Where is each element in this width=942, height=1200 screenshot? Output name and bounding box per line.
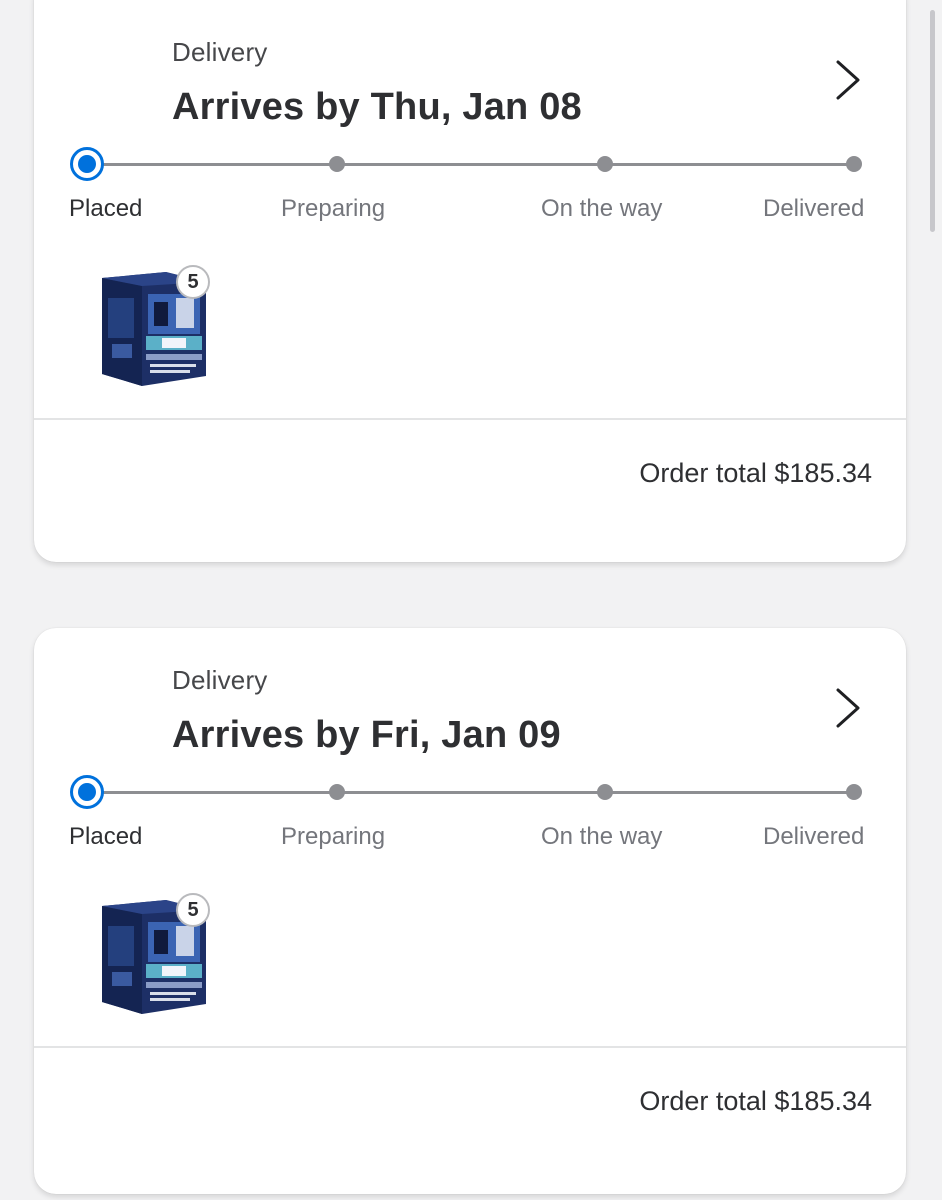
divider (34, 1046, 906, 1048)
step-node-placed (70, 775, 104, 809)
arrival-title: Arrives by Fri, Jan 09 (172, 714, 561, 756)
scrollbar[interactable] (930, 10, 935, 232)
chevron-right-icon[interactable] (830, 58, 866, 102)
step-node-delivered (846, 784, 862, 800)
tracker-line (88, 791, 854, 794)
step-node-preparing (329, 156, 345, 172)
step-node-preparing (329, 784, 345, 800)
order-card[interactable]: Delivery Arrives by Fri, Jan 09 Placed P… (34, 628, 906, 1194)
step-label-delivered: Delivered (763, 823, 865, 850)
chevron-right-icon[interactable] (830, 686, 866, 730)
fulfillment-label: Delivery (172, 665, 268, 695)
step-label-placed: Placed (69, 823, 143, 850)
fulfillment-label: Delivery (172, 37, 268, 67)
orders-page: Delivery Arrives by Thu, Jan 08 Placed P… (0, 0, 942, 1200)
step-label-preparing: Preparing (281, 195, 386, 222)
step-label-delivered: Delivered (763, 195, 865, 222)
step-label-on-the-way: On the way (541, 195, 663, 222)
step-node-placed (70, 147, 104, 181)
step-node-on-the-way (597, 784, 613, 800)
item-quantity-badge: 5 (176, 893, 210, 927)
arrival-title: Arrives by Thu, Jan 08 (172, 86, 582, 128)
tracker-line (88, 163, 854, 166)
order-status-tracker: Placed Preparing On the way Delivered (34, 768, 906, 878)
order-card[interactable]: Delivery Arrives by Thu, Jan 08 Placed P… (34, 0, 906, 562)
step-label-placed: Placed (69, 195, 143, 222)
order-total: Order total $185.34 (639, 1086, 872, 1116)
order-status-tracker: Placed Preparing On the way Delivered (34, 140, 906, 250)
item-quantity-badge: 5 (176, 265, 210, 299)
order-total: Order total $185.34 (639, 458, 872, 488)
step-label-on-the-way: On the way (541, 823, 663, 850)
divider (34, 418, 906, 420)
step-node-on-the-way (597, 156, 613, 172)
step-node-delivered (846, 156, 862, 172)
step-label-preparing: Preparing (281, 823, 386, 850)
